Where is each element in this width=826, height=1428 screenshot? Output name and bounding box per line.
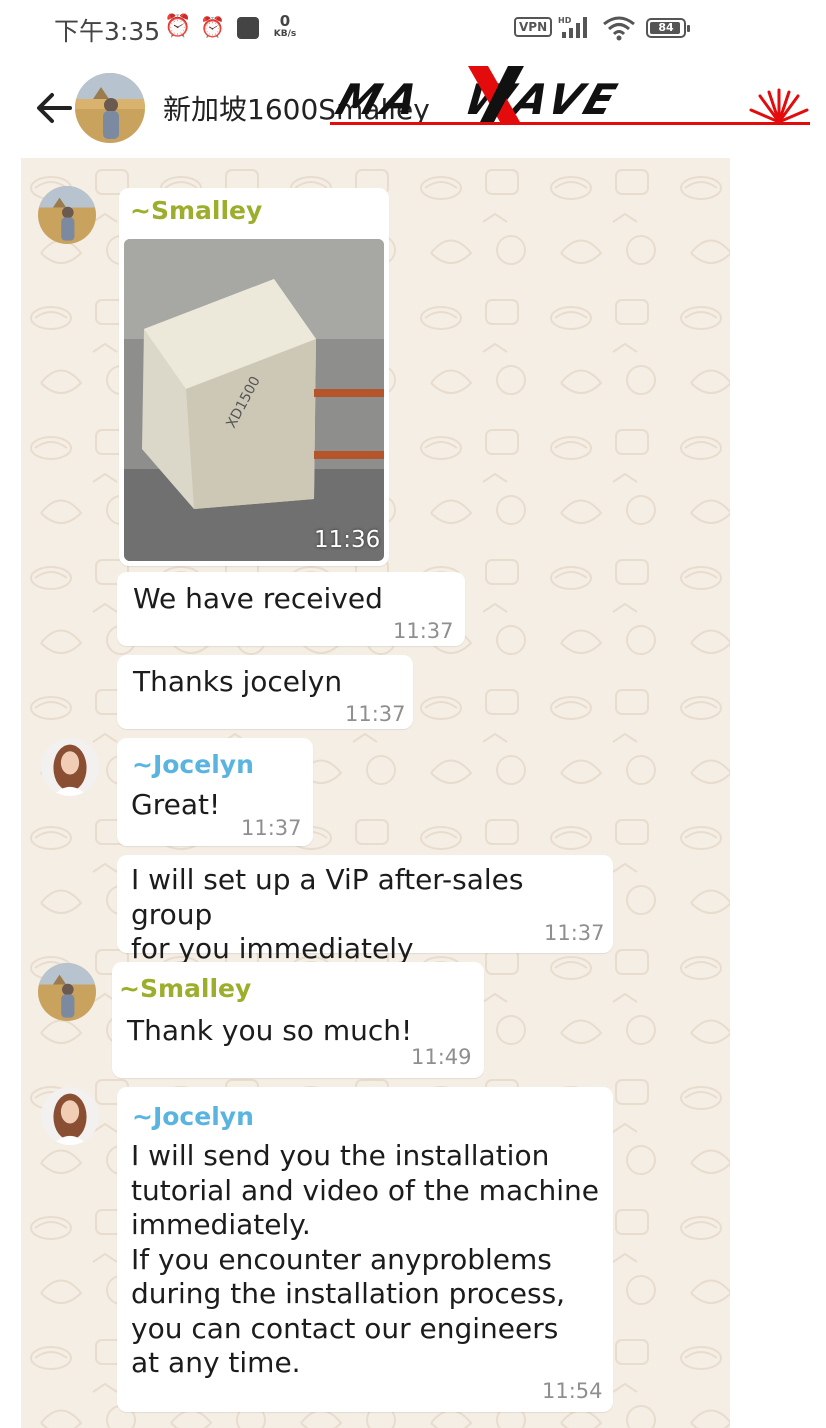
message-time: 11:37: [544, 921, 605, 945]
status-bar: 下午3:35 ⏰ ⏰ 0 KB/s VPN HD 84: [0, 0, 826, 58]
message-time: 11:37: [345, 702, 406, 726]
message-text: Thanks jocelyn: [133, 665, 343, 698]
message-text: Thank you so much!: [127, 1014, 413, 1047]
message-text: I will send you the installation tutoria…: [131, 1139, 599, 1379]
data-rate-indicator: 0 KB/s: [272, 13, 298, 39]
data-rate-unit: KB/s: [273, 29, 297, 39]
message-bubble[interactable]: I will set up a ViP after-sales group fo…: [117, 855, 613, 965]
alarm-clock-icon: ⏰: [164, 14, 192, 39]
message-sender: ~Smalley: [119, 974, 252, 1003]
group-avatar[interactable]: [75, 73, 145, 143]
message-text: I will set up a ViP after-sales group fo…: [131, 863, 524, 965]
battery-icon: 84: [646, 18, 690, 38]
message-text: We have received: [133, 582, 383, 615]
logo-spark-icon: [749, 88, 809, 124]
message-bubble[interactable]: ~Smalley Thank you so much! 11:49: [112, 962, 484, 1078]
message-time: 11:54: [542, 1379, 603, 1403]
message-time: 11:37: [241, 816, 302, 840]
sender-avatar-smalley[interactable]: [38, 963, 96, 1021]
logo-x-mark: [468, 66, 524, 122]
message-time: 11:37: [393, 619, 454, 643]
message-text: Great!: [131, 788, 221, 821]
wifi-icon: [603, 16, 635, 41]
battery-nub: [687, 25, 690, 32]
svg-text:HD: HD: [558, 16, 572, 25]
vpn-badge: VPN: [514, 17, 553, 37]
alarm-icon: ⏰: [200, 15, 225, 39]
logo-underline: [330, 122, 810, 125]
message-bubble[interactable]: We have received 11:37: [117, 572, 465, 646]
message-bubble[interactable]: ~Jocelyn I will send you the installatio…: [117, 1087, 613, 1412]
status-time: 下午3:35: [54, 17, 161, 46]
back-arrow-icon[interactable]: [30, 84, 78, 132]
message-time: 11:49: [411, 1045, 472, 1069]
message-bubble[interactable]: ~Jocelyn Great! 11:37: [117, 738, 313, 846]
message-time: 11:36: [314, 527, 381, 553]
maxwave-logo: MA WAVE: [330, 64, 814, 136]
sender-avatar-jocelyn[interactable]: [41, 1087, 99, 1145]
chat-area[interactable]: ~Smalley XD1500 11:36 We have received 1…: [21, 158, 730, 1428]
app-square-icon: [237, 17, 259, 39]
sender-avatar-jocelyn[interactable]: [41, 738, 99, 796]
signal-icon: HD: [558, 16, 587, 38]
message-sender: ~Jocelyn: [132, 750, 254, 779]
message-sender: ~Smalley: [130, 196, 263, 225]
battery-level: 84: [658, 21, 674, 34]
message-bubble[interactable]: Thanks jocelyn 11:37: [117, 655, 413, 729]
data-rate-value: 0: [279, 12, 291, 30]
shared-photo[interactable]: XD1500: [124, 239, 384, 561]
sender-avatar-smalley[interactable]: [38, 186, 96, 244]
message-sender: ~Jocelyn: [132, 1102, 254, 1131]
chat-header: 新加坡1600Smalley MA WAVE: [0, 58, 826, 158]
